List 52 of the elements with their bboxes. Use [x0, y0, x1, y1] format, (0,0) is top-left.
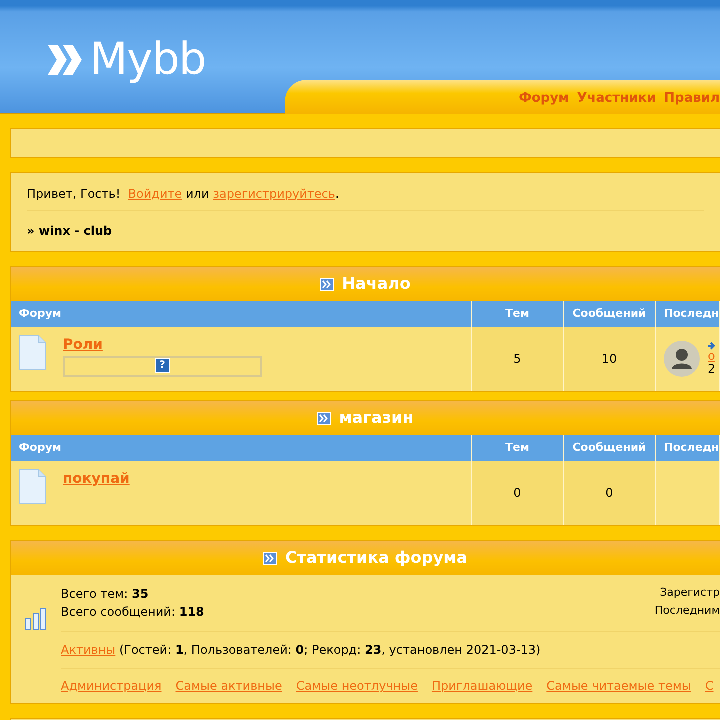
forum-link[interactable]: покупай	[63, 469, 130, 490]
nav-link[interactable]: Участники	[577, 89, 656, 109]
column-header: Тем	[506, 306, 530, 322]
last-post-link[interactable]: о	[708, 350, 716, 363]
posts-count: 0	[606, 485, 614, 502]
greeting-text: Привет, Гость!	[27, 186, 121, 202]
period-text: .	[335, 186, 340, 202]
register-link[interactable]: зарегистрируйтесь	[213, 184, 336, 202]
column-header: Форум	[19, 440, 62, 456]
double-arrow-icon	[317, 412, 332, 424]
column-header: Последн	[664, 440, 719, 456]
topics-count: 0	[514, 485, 522, 502]
stats-link[interactable]: Самые активные	[176, 677, 282, 695]
last-post-date: 2	[708, 363, 716, 376]
stat-line: Всего сообщений: 118	[61, 604, 204, 621]
breadcrumb-separator: »	[27, 223, 35, 240]
arrow-icon	[708, 342, 716, 350]
document-icon	[19, 469, 47, 505]
stat-line: Всего тем: 35	[61, 586, 149, 603]
column-header: Сообщений	[572, 306, 646, 322]
stats-title: Статистика форума	[285, 547, 468, 569]
stats-link[interactable]: С	[705, 677, 714, 695]
breadcrumb-link[interactable]: winx - club	[38, 222, 112, 240]
online-link[interactable]: Активны	[61, 643, 116, 657]
nav-link[interactable]: Правил	[664, 89, 720, 109]
stat-right-text: Зарегистр	[660, 585, 720, 601]
column-header: Сообщений	[572, 440, 646, 456]
logo-chevrons-icon	[48, 43, 82, 77]
stats-link[interactable]: Администрация	[61, 677, 162, 695]
double-arrow-icon	[320, 278, 334, 290]
online-stats-text: (Гостей: 1, Пользователей: 0; Рекорд: 23, установлен 2021-03-13)	[119, 643, 541, 657]
posts-count: 10	[602, 351, 618, 368]
nav-link[interactable]: Форум	[518, 89, 570, 109]
logo-text: Mybb	[90, 38, 206, 82]
document-icon	[19, 335, 47, 371]
category-title: магазин	[339, 407, 414, 429]
column-header: Тем	[506, 440, 530, 456]
help-icon: ?	[155, 358, 170, 373]
stats-link[interactable]: Самые неотлучные	[296, 677, 418, 695]
stat-right-text: Последним	[654, 603, 720, 619]
forum-link[interactable]: Роли	[63, 335, 262, 356]
bar-chart-icon	[25, 607, 47, 631]
column-header: Последн	[664, 306, 719, 322]
stats-link[interactable]: Самые читаемые темы	[546, 677, 692, 695]
category-title: Начало	[342, 273, 411, 295]
or-text: или	[186, 186, 210, 202]
column-header: Форум	[19, 306, 62, 322]
topics-count: 5	[514, 351, 522, 368]
stats-link[interactable]: Приглашающие	[432, 677, 533, 695]
avatar-silhouette-icon	[664, 341, 700, 377]
double-arrow-icon	[263, 552, 278, 564]
login-link[interactable]: Войдите	[128, 184, 182, 202]
